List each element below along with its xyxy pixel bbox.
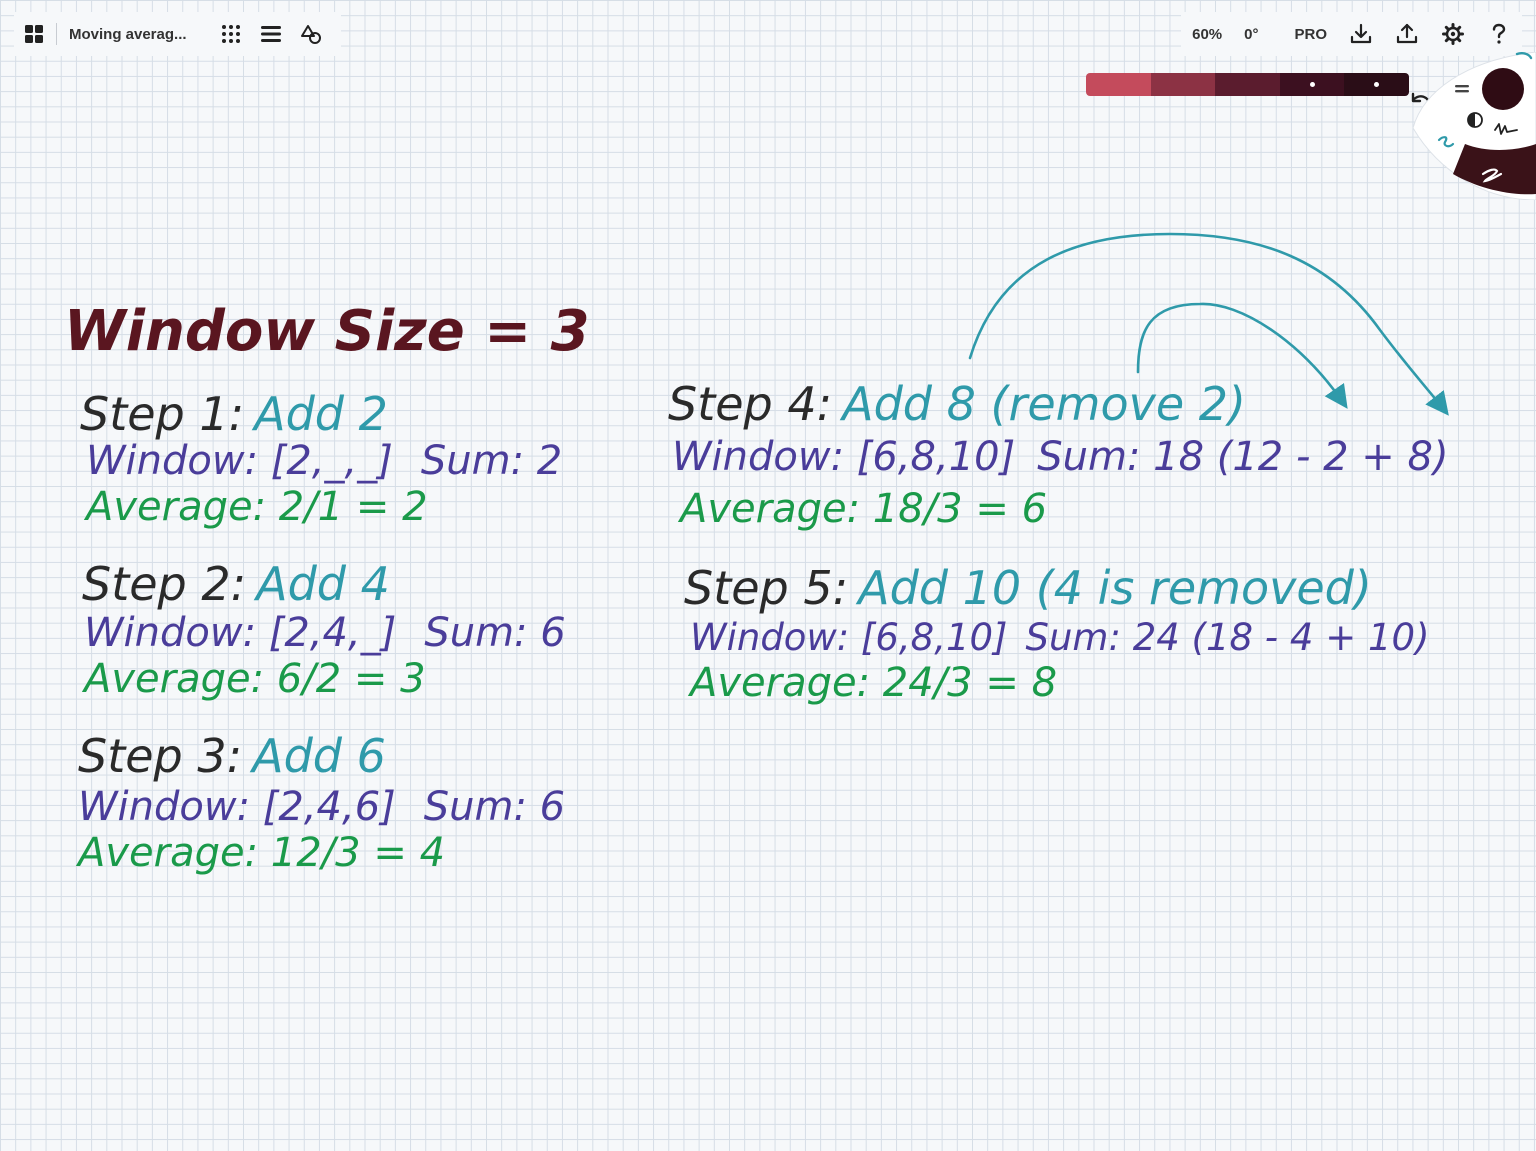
title-text: Window Size = 3: [64, 299, 590, 364]
step-5-window: Window: [6,8,10]: [690, 616, 1007, 659]
step-3-header: Step 3: Add 6: [78, 729, 386, 783]
step-5-average: Average: 24/3 = 8: [687, 660, 1057, 706]
step-1-action: Add 2: [251, 387, 388, 441]
step-2-window-line: Window: [2,4,_] Sum: 6: [84, 610, 566, 656]
step-5-label: Step 5:: [684, 561, 848, 615]
step-1-window-line: Window: [2,_,_] Sum: 2: [86, 438, 562, 484]
step-2-window: Window: [2,4,_]: [84, 610, 396, 656]
step-5-header: Step 5: Add 10 (4 is removed): [684, 561, 1372, 615]
step-2-sum: Sum: 6: [424, 610, 565, 656]
step-5-sum: Sum: 24 (18 - 4 + 10): [1025, 616, 1429, 659]
step-3-sum: Sum: 6: [424, 784, 565, 830]
step-2-header: Step 2: Add 4: [82, 557, 390, 611]
step-2-average: Average: 6/2 = 3: [81, 656, 426, 702]
step-4-window-line: Window: [6,8,10] Sum: 18 (12 - 2 + 8): [672, 434, 1449, 480]
step-2-action: Add 4: [253, 557, 390, 611]
step-2-label: Step 2:: [82, 557, 246, 611]
notes-canvas[interactable]: Window Size = 3 Step 1: Add 2 Window: [2,…: [0, 0, 1536, 1151]
step-5-action: Add 10 (4 is removed): [855, 561, 1372, 615]
step-4-average: Average: 18/3 = 6: [677, 486, 1047, 532]
step-1-label: Step 1:: [80, 387, 244, 441]
step-5-window-line: Window: [6,8,10] Sum: 24 (18 - 4 + 10): [690, 616, 1430, 659]
step-3-average: Average: 12/3 = 4: [75, 830, 445, 876]
step-4-action: Add 8 (remove 2): [839, 377, 1246, 431]
step-3-window-line: Window: [2,4,6] Sum: 6: [78, 784, 565, 830]
step-1-header: Step 1: Add 2: [80, 387, 388, 441]
step-4-window: Window: [6,8,10]: [672, 434, 1015, 480]
step-4-header: Step 4: Add 8 (remove 2): [668, 377, 1246, 431]
step-4-label: Step 4:: [668, 377, 832, 431]
step-1-average: Average: 2/1 = 2: [83, 484, 428, 530]
step-1-sum: Sum: 2: [421, 438, 562, 484]
step-3-label: Step 3:: [78, 729, 242, 783]
step-1-window: Window: [2,_,_]: [86, 438, 393, 484]
step-4-sum: Sum: 18 (12 - 2 + 8): [1037, 434, 1448, 480]
step-3-window: Window: [2,4,6]: [78, 784, 396, 830]
step-3-action: Add 6: [249, 729, 386, 783]
